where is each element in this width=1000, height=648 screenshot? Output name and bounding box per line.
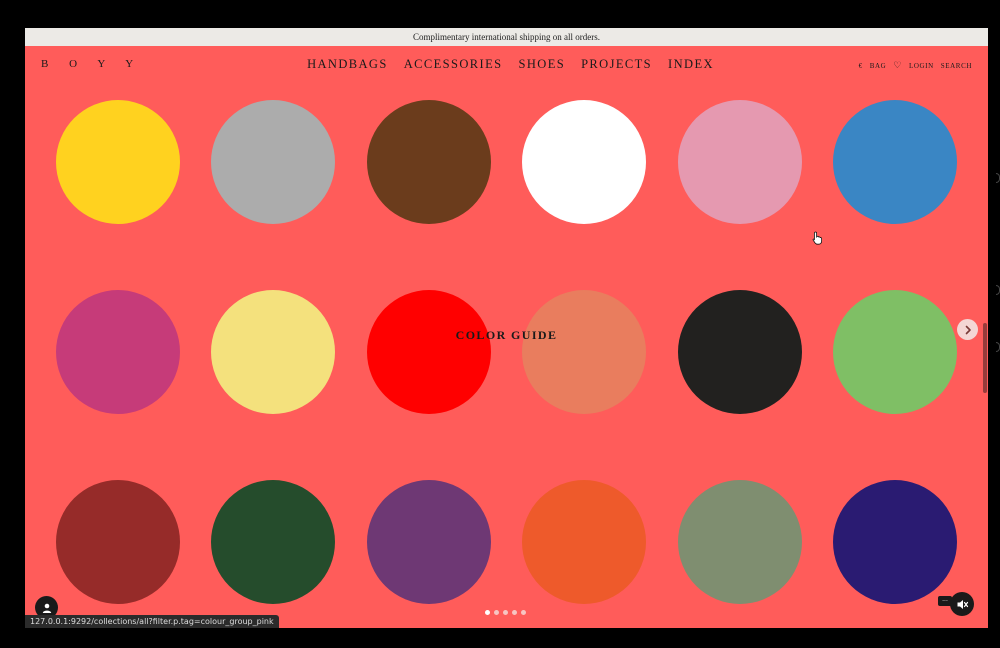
- speaker-muted-icon: [957, 599, 968, 609]
- carousel-dot[interactable]: [512, 610, 517, 615]
- main-nav: HANDBAGS ACCESSORIES SHOES PROJECTS INDE…: [25, 57, 988, 72]
- nav-shoes[interactable]: SHOES: [518, 57, 565, 72]
- utility-nav: € BAG ♡ LOGIN SEARCH: [859, 60, 972, 71]
- carousel-dot[interactable]: [494, 610, 499, 615]
- nav-handbags[interactable]: HANDBAGS: [307, 57, 388, 72]
- color-swatch[interactable]: [677, 290, 802, 414]
- color-swatch[interactable]: [366, 290, 491, 414]
- color-swatch[interactable]: [833, 480, 957, 604]
- color-swatch[interactable]: [677, 480, 802, 604]
- color-swatch[interactable]: [522, 100, 647, 224]
- color-swatch[interactable]: [56, 100, 180, 224]
- color-swatch[interactable]: [522, 480, 647, 604]
- edge-mark: [996, 173, 1000, 183]
- user-icon: [42, 603, 51, 613]
- color-swatch[interactable]: [56, 480, 180, 604]
- color-swatch[interactable]: [677, 100, 802, 224]
- announcement-bar: Complimentary international shipping on …: [25, 28, 988, 46]
- status-bar-url: 127.0.0.1:9292/collections/all?filter.p.…: [25, 615, 279, 628]
- nav-projects[interactable]: PROJECTS: [581, 57, 652, 72]
- color-swatch[interactable]: [211, 100, 336, 224]
- color-swatch[interactable]: [366, 480, 491, 604]
- bag-link[interactable]: BAG: [870, 62, 887, 70]
- nav-accessories[interactable]: ACCESSORIES: [404, 57, 503, 72]
- carousel-dot[interactable]: [503, 610, 508, 615]
- carousel-dot[interactable]: [521, 610, 526, 615]
- color-swatch[interactable]: [522, 290, 647, 414]
- carousel-dot[interactable]: [485, 610, 490, 615]
- hand-cursor-icon: [812, 231, 822, 245]
- currency-selector[interactable]: €: [859, 62, 863, 70]
- edge-mark: [996, 285, 1000, 295]
- color-swatch[interactable]: [211, 290, 336, 414]
- heart-icon[interactable]: ♡: [893, 60, 902, 71]
- nav-index[interactable]: INDEX: [668, 57, 714, 72]
- color-swatch[interactable]: [56, 290, 180, 414]
- page-viewport: Complimentary international shipping on …: [25, 28, 988, 628]
- scrollbar[interactable]: [983, 323, 987, 393]
- chevron-right-icon: [965, 325, 971, 334]
- color-swatch[interactable]: [833, 290, 957, 414]
- carousel-next-button[interactable]: [957, 319, 978, 340]
- announcement-text: Complimentary international shipping on …: [413, 32, 600, 42]
- color-swatch[interactable]: [211, 480, 336, 604]
- search-link[interactable]: SEARCH: [941, 62, 972, 70]
- color-swatch[interactable]: [366, 100, 491, 224]
- login-link[interactable]: LOGIN: [909, 62, 934, 70]
- carousel-pagination: [485, 610, 526, 615]
- mute-button[interactable]: [950, 592, 974, 616]
- color-swatch[interactable]: [833, 100, 957, 224]
- edge-mark: [996, 342, 1000, 352]
